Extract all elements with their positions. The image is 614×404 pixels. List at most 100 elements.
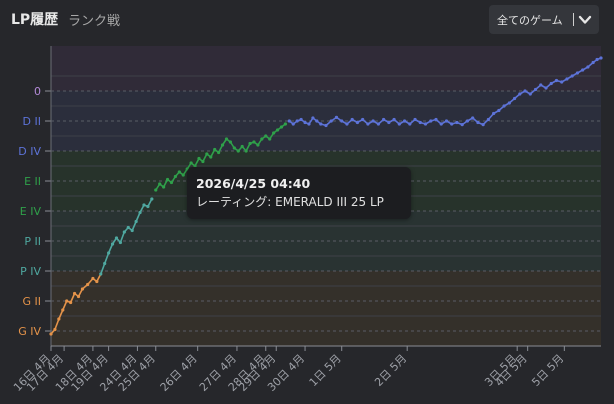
data-point: [319, 122, 323, 126]
data-point: [169, 180, 174, 185]
data-point: [533, 87, 538, 92]
data-point: [311, 116, 315, 120]
data-point: [528, 92, 532, 96]
data-point: [295, 119, 299, 123]
data-point: [252, 140, 256, 144]
data-point: [181, 173, 185, 177]
x-tick-label: 2日 5月: [372, 352, 409, 389]
data-point: [387, 120, 391, 125]
data-point: [382, 117, 386, 122]
game-filter-label: 全てのゲーム: [497, 14, 563, 27]
data-point: [324, 123, 328, 128]
data-point: [142, 203, 146, 207]
data-point: [114, 236, 119, 240]
tier-band-gold: [51, 271, 601, 346]
data-point: [118, 240, 123, 245]
data-point: [565, 77, 569, 81]
data-point: [162, 185, 166, 189]
data-point: [264, 134, 268, 138]
data-point: [248, 141, 252, 146]
data-point: [236, 149, 240, 153]
y-tick-label: E IV: [20, 205, 42, 218]
y-tick-label: G IV: [18, 325, 41, 338]
data-point: [126, 225, 130, 230]
chart-header: LP履歴 ランク戦 全てのゲーム: [0, 0, 614, 40]
data-point: [460, 123, 464, 127]
game-filter-dropdown[interactable]: 全てのゲーム: [489, 5, 599, 34]
chart-tooltip: 2026/4/25 04:40 レーティング: EMERALD III 25 L…: [187, 167, 411, 219]
data-point: [350, 117, 354, 122]
data-point: [486, 117, 490, 122]
tier-band-platinum: [51, 211, 601, 271]
data-point: [450, 122, 454, 126]
data-point: [122, 230, 126, 234]
data-point: [465, 119, 470, 123]
data-point: [512, 96, 517, 101]
data-point: [76, 294, 81, 299]
data-point: [476, 120, 480, 125]
data-point: [275, 128, 280, 132]
data-point: [439, 122, 443, 126]
data-point: [507, 101, 511, 105]
data-point: [49, 332, 53, 336]
data-point: [560, 80, 564, 84]
data-point: [408, 122, 412, 126]
y-tick-label: E II: [24, 175, 41, 188]
chevron-down-icon: [578, 15, 592, 24]
data-point: [72, 291, 77, 296]
y-tick-label: D IV: [18, 145, 41, 158]
data-point: [502, 104, 506, 108]
data-point: [444, 119, 449, 123]
data-point: [539, 83, 543, 87]
data-point: [345, 122, 349, 126]
data-point: [80, 287, 85, 291]
data-point: [299, 117, 303, 122]
x-tick-label: 26日 4月: [158, 352, 200, 394]
data-point: [213, 147, 217, 152]
data-point: [554, 78, 559, 83]
data-point: [434, 117, 438, 122]
data-point: [146, 204, 150, 209]
data-point: [201, 159, 205, 164]
y-tick-label: D II: [23, 115, 41, 128]
data-point: [355, 120, 360, 125]
data-point: [397, 122, 401, 126]
data-point: [471, 116, 475, 120]
data-point: [575, 71, 580, 75]
data-point: [232, 146, 236, 150]
data-point: [130, 228, 134, 233]
data-point: [591, 60, 595, 65]
data-point: [361, 117, 365, 122]
data-point: [209, 155, 213, 159]
data-point: [86, 282, 90, 287]
y-tick-label: G II: [22, 295, 41, 308]
page-title: LP履歴: [11, 12, 59, 28]
data-point: [549, 81, 553, 86]
tier-band-diamond: [51, 91, 601, 151]
data-point: [256, 143, 260, 147]
data-point: [315, 119, 319, 123]
data-point: [492, 111, 496, 116]
x-tick-label: 1日 5月: [307, 352, 344, 389]
y-tick-label: P IV: [20, 265, 41, 278]
data-point: [197, 156, 201, 161]
y-tick-label: 0: [34, 85, 41, 98]
data-point: [158, 182, 162, 186]
data-point: [429, 119, 433, 123]
data-point: [110, 242, 115, 246]
data-point: [518, 92, 522, 96]
data-point: [599, 56, 603, 60]
data-point: [165, 177, 170, 182]
tier-band-master: [51, 46, 601, 91]
data-point: [150, 197, 154, 201]
data-point: [595, 57, 599, 62]
data-point: [329, 119, 333, 123]
dropdown-divider: [573, 13, 574, 26]
data-point: [279, 125, 284, 129]
data-point: [340, 119, 344, 123]
data-point: [481, 123, 485, 127]
data-point: [581, 68, 585, 72]
data-point: [189, 161, 193, 165]
x-tick-label: 5日 5月: [529, 352, 566, 389]
tooltip-rating: レーティング: EMERALD III 25 LP: [196, 195, 384, 209]
